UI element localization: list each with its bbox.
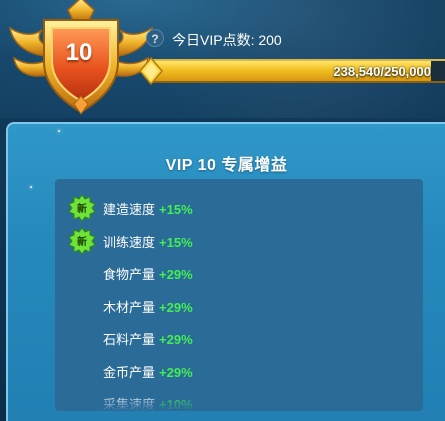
benefit-label: 木材产量 +29% [103, 297, 193, 316]
benefit-row: 石料产量 +29% [55, 327, 423, 349]
benefit-row: 食物产量 +29% [55, 262, 423, 284]
benefit-value: +15% [159, 202, 193, 217]
today-vip-points: 今日VIP点数: 200 [172, 32, 282, 48]
benefit-value: +15% [159, 234, 193, 250]
benefits-list[interactable]: 新建造速度 +15% 新训练速度 +15% 食物产量 +29% 木材产量 +29% 石料产量 +2… [55, 179, 423, 411]
new-badge-text: 新 [77, 204, 87, 215]
diamond-icon [139, 57, 163, 85]
benefit-value: +29% [159, 267, 193, 282]
benefit-row: 木材产量 +29% [55, 295, 423, 317]
benefit-label: 金币产量 +29% [103, 362, 193, 381]
new-badge-text: 新 [77, 236, 87, 248]
vip-progress-bar: 238,540/250,000 [148, 59, 445, 83]
benefit-label: 石料产量 +29% [103, 329, 193, 348]
vip-progress-text: 238,540/250,000 [333, 64, 431, 79]
benefit-name: 木材产量 [103, 299, 156, 315]
vip-level-number: 10 [65, 39, 93, 66]
new-badge-icon: 新 [68, 226, 96, 255]
panel-title: VIP 10 专属增益 [165, 157, 288, 174]
benefit-name: 建造速度 [103, 202, 156, 217]
benefit-name: 金币产量 [103, 364, 156, 380]
benefit-label: 食物产量 +29% [103, 264, 193, 283]
benefit-value: +29% [159, 364, 193, 380]
benefit-name: 石料产量 [103, 332, 156, 347]
benefit-name: 食物产量 [103, 267, 156, 282]
sparkle-decoration [58, 130, 60, 132]
benefit-value: +29% [159, 332, 193, 347]
list-fade [55, 393, 423, 411]
benefit-row: 新 建造速度 +15% [55, 194, 423, 222]
benefit-value: +29% [159, 299, 193, 315]
info-icon[interactable]: ? [146, 29, 164, 47]
sparkle-decoration [30, 186, 32, 188]
vip-benefits-panel: VIP 10 专属增益 新建造速度 +15% 新训练速度 +15% 食物产量 +29% 木材… [6, 122, 445, 421]
benefit-name: 训练速度 [103, 234, 156, 250]
benefit-row: 新 训练速度 +15% [55, 226, 423, 255]
new-badge-icon: 新 [68, 194, 96, 222]
benefit-label: 建造速度 +15% [103, 199, 193, 218]
benefit-row: 金币产量 +29% [55, 360, 423, 382]
benefit-label: 训练速度 +15% [103, 232, 193, 251]
